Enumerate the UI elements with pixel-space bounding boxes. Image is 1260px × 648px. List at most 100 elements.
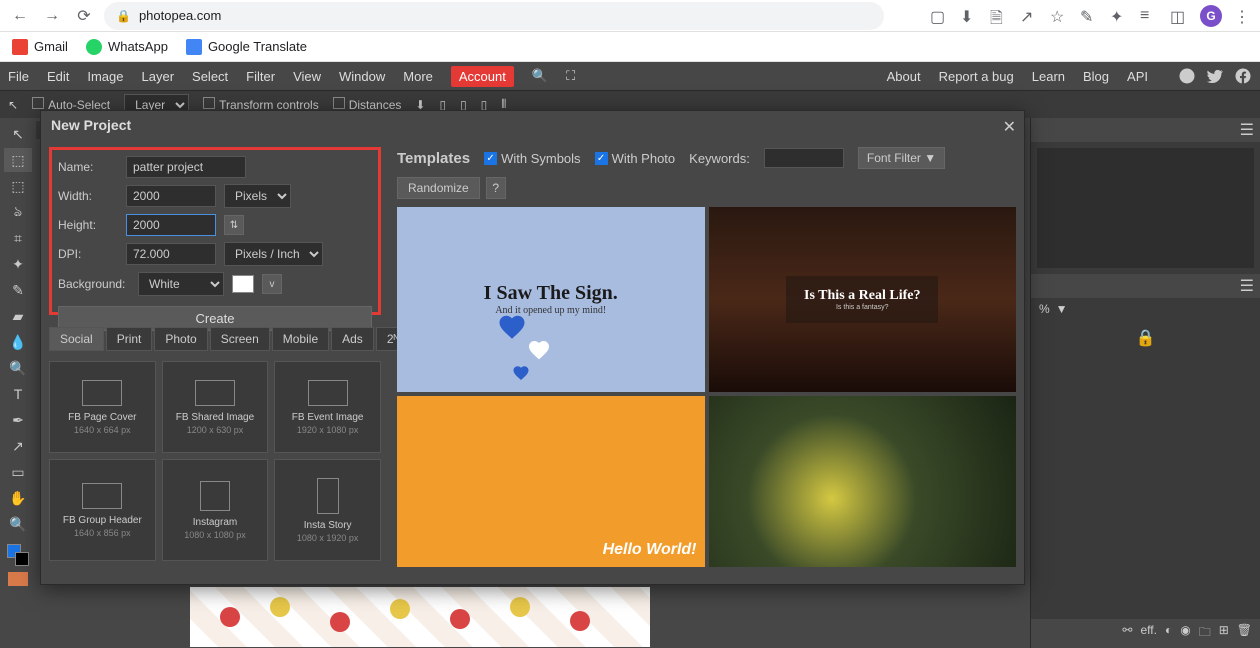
quickmask-tool[interactable] [8, 572, 28, 586]
link-icon[interactable]: ⚯ [1122, 623, 1132, 644]
height-input[interactable] [126, 214, 216, 236]
preset-insta-story[interactable]: Insta Story1080 x 1920 px [274, 459, 381, 561]
list-icon[interactable]: ≡ [1140, 7, 1158, 25]
menu-image[interactable]: Image [87, 69, 123, 84]
background-more-button[interactable]: v [262, 274, 282, 294]
tab-print[interactable]: Print [106, 327, 153, 351]
keywords-input[interactable] [764, 148, 844, 168]
marquee-tool[interactable]: ⬚ [4, 174, 32, 198]
share-icon[interactable]: ↗ [1020, 7, 1038, 25]
preset-fb-event[interactable]: FB Event Image1920 x 1080 px [274, 361, 381, 453]
folder-icon[interactable]: 🗀 [1199, 623, 1211, 644]
account-button[interactable]: Account [451, 66, 514, 87]
menu-view[interactable]: View [293, 69, 321, 84]
trash-icon[interactable]: 🗑 [1237, 623, 1252, 644]
menu-report-bug[interactable]: Report a bug [939, 69, 1014, 84]
template-real-life[interactable]: Is This a Real Life? Is this a fantasy? [709, 207, 1017, 392]
twitter-icon[interactable] [1206, 67, 1224, 85]
background-select[interactable]: White [138, 272, 224, 296]
profile-avatar[interactable]: G [1200, 5, 1222, 27]
blur-tool[interactable]: 💧 [4, 330, 32, 354]
panel-icon[interactable]: ◫ [1170, 7, 1188, 25]
template-nature[interactable] [709, 396, 1017, 568]
new-layer-icon[interactable]: ⊞ [1219, 623, 1229, 644]
type-tool[interactable]: T [4, 382, 32, 406]
menu-filter[interactable]: Filter [246, 69, 275, 84]
preset-instagram[interactable]: Instagram1080 x 1080 px [162, 459, 269, 561]
dpi-unit-select[interactable]: Pixels / Inch [224, 242, 323, 266]
panel-menu-icon-2[interactable]: ☰ [1240, 276, 1254, 296]
preset-fb-group[interactable]: FB Group Header1640 x 856 px [49, 459, 156, 561]
crop-tool[interactable]: ⌗ [4, 226, 32, 250]
name-input[interactable] [126, 156, 246, 178]
menu-learn[interactable]: Learn [1032, 69, 1065, 84]
pen-tool[interactable]: ✒ [4, 408, 32, 432]
install-icon[interactable]: ▢ [930, 7, 948, 25]
menu-select[interactable]: Select [192, 69, 228, 84]
tab-social[interactable]: Social [49, 327, 104, 351]
dpi-input[interactable] [126, 243, 216, 265]
bookmark-gmail[interactable]: Gmail [12, 39, 68, 55]
menu-more[interactable]: More [403, 69, 433, 84]
dodge-tool[interactable]: 🔍 [4, 356, 32, 380]
menu-icon[interactable]: ⋮ [1234, 7, 1252, 25]
artboard-tool[interactable]: ⬚ [4, 148, 32, 172]
search-icon[interactable]: 🔍 [532, 68, 548, 84]
width-unit-select[interactable]: Pixels [224, 184, 291, 208]
rectangle-tool[interactable]: ▭ [4, 460, 32, 484]
zoom-tool[interactable]: 🔍 [4, 512, 32, 536]
reddit-icon[interactable] [1178, 67, 1196, 85]
tab-photo[interactable]: Photo [154, 327, 207, 351]
hand-tool[interactable]: ✋ [4, 486, 32, 510]
font-filter-button[interactable]: Font Filter ▼ [858, 147, 945, 169]
wand-tool[interactable]: ✦ [4, 252, 32, 276]
with-photo-checkbox[interactable]: With Photo [595, 151, 676, 166]
brush-tool[interactable]: ✎ [4, 278, 32, 302]
facebook-icon[interactable] [1234, 67, 1252, 85]
menu-layer[interactable]: Layer [142, 69, 175, 84]
menu-api[interactable]: API [1127, 69, 1148, 84]
doc-icon[interactable]: 🗎 [990, 7, 1008, 25]
tab-ads[interactable]: Ads [331, 327, 374, 351]
mask-icon[interactable]: ◐ [1165, 623, 1172, 644]
menu-edit[interactable]: Edit [47, 69, 69, 84]
randomize-button[interactable]: Randomize [397, 177, 480, 199]
preset-fb-page-cover[interactable]: FB Page Cover1640 x 664 px [49, 361, 156, 453]
star-icon[interactable]: ☆ [1050, 7, 1068, 25]
menu-window[interactable]: Window [339, 69, 385, 84]
extensions-icon[interactable]: ✦ [1110, 7, 1128, 25]
lock-icon[interactable]: 🔒 [1136, 328, 1156, 348]
preset-fb-shared[interactable]: FB Shared Image1200 x 630 px [162, 361, 269, 453]
template-hello-world[interactable]: Hello World! [397, 396, 705, 568]
tab-mobile[interactable]: Mobile [272, 327, 329, 351]
menu-blog[interactable]: Blog [1083, 69, 1109, 84]
forward-button[interactable]: → [40, 4, 64, 28]
gradient-tool[interactable]: ▰ [4, 304, 32, 328]
url-bar[interactable]: 🔒 photopea.com [104, 2, 884, 30]
effects-button[interactable]: eff. [1140, 623, 1156, 644]
tab-screen[interactable]: Screen [210, 327, 270, 351]
panel-menu-icon[interactable]: ☰ [1240, 120, 1254, 140]
back-button[interactable]: ← [8, 4, 32, 28]
download-icon[interactable]: ⬇ [960, 7, 978, 25]
background-color-swatch[interactable] [232, 275, 254, 293]
help-button[interactable]: ? [486, 177, 506, 199]
reload-button[interactable]: ⟳ [72, 4, 96, 28]
lasso-tool[interactable]: ঌ [4, 200, 32, 224]
menu-about[interactable]: About [887, 69, 921, 84]
swap-dimensions-button[interactable]: ⇅ [224, 215, 244, 235]
path-tool[interactable]: ↗ [4, 434, 32, 458]
move-tool[interactable]: ↖ [4, 122, 32, 146]
color-swatches[interactable] [7, 544, 29, 566]
template-saw-sign[interactable]: I Saw The Sign. And it opened up my mind… [397, 207, 705, 392]
menu-file[interactable]: File [8, 69, 29, 84]
width-input[interactable] [126, 185, 216, 207]
chevron-down-icon[interactable]: ▼ [1056, 302, 1068, 316]
fullscreen-icon[interactable]: ⛶ [566, 68, 575, 84]
adjustment-icon[interactable]: ◉ [1180, 623, 1190, 644]
bookmark-google-translate[interactable]: Google Translate [186, 39, 307, 55]
eyedropper-icon[interactable]: ✎ [1080, 7, 1098, 25]
bookmark-whatsapp[interactable]: WhatsApp [86, 39, 168, 55]
close-icon[interactable]: ✕ [1003, 117, 1016, 137]
with-symbols-checkbox[interactable]: With Symbols [484, 151, 580, 166]
